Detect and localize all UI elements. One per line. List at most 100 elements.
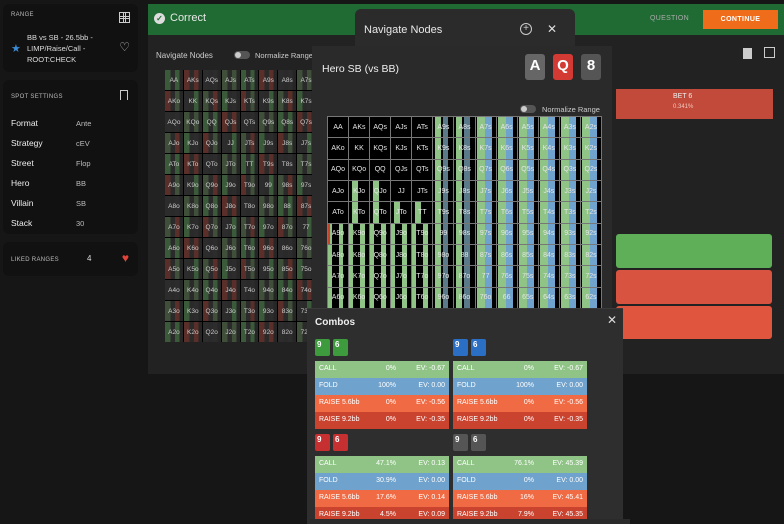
hand-cell[interactable]: KQs <box>370 138 391 159</box>
bg-hand-cell[interactable]: QJo <box>202 133 221 153</box>
bg-hand-cell[interactable]: K4o <box>183 280 202 300</box>
bg-hand-cell[interactable]: A2o <box>165 322 183 342</box>
bg-hand-cell[interactable]: T8s <box>278 154 297 174</box>
bg-hand-cell[interactable]: 98o <box>259 196 278 216</box>
hand-cell[interactable]: T2s <box>580 202 601 223</box>
hand-cell[interactable]: QQ <box>370 159 391 180</box>
hand-cell[interactable]: Q6o <box>370 287 391 308</box>
hand-cell[interactable]: A4s <box>538 117 559 138</box>
hand-cell[interactable]: ATs <box>412 117 433 138</box>
bg-hand-cell[interactable]: K3o <box>183 301 202 321</box>
hand-cell[interactable]: T7o <box>412 266 433 287</box>
bg-hand-cell[interactable]: A9s <box>259 70 278 90</box>
hand-cell[interactable]: KJs <box>391 138 412 159</box>
bg-hand-cell[interactable]: AKs <box>183 70 202 90</box>
hand-cell[interactable]: Q8o <box>370 245 391 266</box>
bg-hand-cell[interactable]: 94o <box>259 280 278 300</box>
bg-hand-cell[interactable]: ATo <box>165 154 183 174</box>
hand-cell[interactable]: 86o <box>454 287 475 308</box>
hand-cell[interactable]: A9o <box>328 223 349 244</box>
combo-action-row[interactable]: RAISE 5.6bb 16% EV: 45.41 <box>453 490 587 507</box>
hand-cell[interactable]: T6o <box>412 287 433 308</box>
hand-cell[interactable]: Q3s <box>559 159 580 180</box>
combo-action-row[interactable]: FOLD 0% EV: 0.00 <box>453 473 587 490</box>
bg-hand-cell[interactable]: 92o <box>259 322 278 342</box>
hand-cell[interactable]: 77 <box>475 266 496 287</box>
bg-hand-cell[interactable]: T2o <box>240 322 259 342</box>
bg-hand-cell[interactable]: KTs <box>240 91 259 111</box>
hand-cell[interactable]: 82s <box>580 245 601 266</box>
grid-icon[interactable] <box>764 47 775 58</box>
hand-cell[interactable]: Q2s <box>580 159 601 180</box>
bg-hand-cell[interactable]: T9s <box>259 154 278 174</box>
hand-cell[interactable]: 63s <box>559 287 580 308</box>
hand-cell[interactable]: A7s <box>475 117 496 138</box>
hand-cell[interactable]: 64s <box>538 287 559 308</box>
hand-cell[interactable]: J7o <box>391 266 412 287</box>
bg-hand-cell[interactable]: J9o <box>221 175 240 195</box>
hand-cell[interactable]: J8s <box>454 181 475 202</box>
hand-cell[interactable]: 84s <box>538 245 559 266</box>
close-icon[interactable]: ✕ <box>607 313 617 327</box>
range-name[interactable]: BB vs SB - 26.5bb - LIMP/Raise/Call - RO… <box>27 32 105 65</box>
hand-cell[interactable]: QTs <box>412 159 433 180</box>
hand-cell[interactable]: K9s <box>433 138 454 159</box>
hand-cell[interactable]: 62s <box>580 287 601 308</box>
bg-hand-cell[interactable]: KJs <box>221 91 240 111</box>
hand-cell[interactable]: 97s <box>475 223 496 244</box>
hand-cell[interactable]: KQo <box>349 159 370 180</box>
bg-hand-cell[interactable]: Q9s <box>259 112 278 132</box>
bg-hand-cell[interactable]: TT <box>240 154 259 174</box>
bg-hand-cell[interactable]: Q8o <box>202 196 221 216</box>
hand-cell[interactable]: K9o <box>349 223 370 244</box>
hand-cell[interactable]: J3s <box>559 181 580 202</box>
combo-action-row[interactable]: FOLD 30.9% EV: 0.00 <box>315 473 449 490</box>
hand-cell[interactable]: 76s <box>496 266 517 287</box>
bg-hand-cell[interactable]: T5o <box>240 259 259 279</box>
bg-hand-cell[interactable]: KQo <box>183 112 202 132</box>
hand-cell[interactable]: T9s <box>433 202 454 223</box>
bg-hand-cell[interactable]: 99 <box>259 175 278 195</box>
hand-cell[interactable]: K2s <box>580 138 601 159</box>
bg-hand-cell[interactable]: J7o <box>221 217 240 237</box>
bg-hand-cell[interactable]: AJs <box>221 70 240 90</box>
hand-cell[interactable]: QJo <box>370 181 391 202</box>
hand-cell[interactable]: KTs <box>412 138 433 159</box>
hand-cell[interactable]: 95s <box>517 223 538 244</box>
hand-cell[interactable]: 96s <box>496 223 517 244</box>
combo-action-row[interactable]: CALL 0% EV: -0.67 <box>315 361 449 378</box>
hand-cell[interactable]: KTo <box>349 202 370 223</box>
hand-cell[interactable]: AQo <box>328 159 349 180</box>
bg-hand-cell[interactable]: T7o <box>240 217 259 237</box>
hand-cell[interactable]: T9o <box>412 223 433 244</box>
hand-cell[interactable]: AKs <box>349 117 370 138</box>
bg-hand-cell[interactable]: 87o <box>278 217 297 237</box>
hand-cell[interactable]: AQs <box>370 117 391 138</box>
combo-action-row[interactable]: RAISE 9.2bb 0% EV: -0.35 <box>315 412 449 429</box>
heart-icon[interactable]: ♥ <box>122 251 129 265</box>
hand-cell[interactable]: 96o <box>433 287 454 308</box>
action-bar-raise[interactable] <box>616 270 772 304</box>
hand-cell[interactable]: A5s <box>517 117 538 138</box>
hand-cell[interactable]: KK <box>349 138 370 159</box>
bg-hand-cell[interactable]: 97o <box>259 217 278 237</box>
hand-cell[interactable]: J9s <box>433 181 454 202</box>
combo-action-row[interactable]: FOLD 100% EV: 0.00 <box>453 378 587 395</box>
bg-hand-cell[interactable]: AKo <box>165 91 183 111</box>
combo-action-row[interactable]: CALL 0% EV: -0.67 <box>453 361 587 378</box>
heart-icon[interactable]: ♡ <box>119 40 130 54</box>
combo-action-row[interactable]: RAISE 5.6bb 17.6% EV: 0.14 <box>315 490 449 507</box>
bg-hand-cell[interactable]: A3o <box>165 301 183 321</box>
bg-hand-cell[interactable]: A6o <box>165 238 183 258</box>
bg-hand-cell[interactable]: Q6o <box>202 238 221 258</box>
bg-hand-cell[interactable]: A7o <box>165 217 183 237</box>
bg-hand-cell[interactable]: QTs <box>240 112 259 132</box>
bg-hand-cell[interactable]: K9s <box>259 91 278 111</box>
normalize-toggle[interactable] <box>520 105 536 113</box>
liked-ranges-panel[interactable]: LIKED RANGES 4 ♥ <box>3 242 138 276</box>
bg-hand-cell[interactable]: A9o <box>165 175 183 195</box>
hand-cell[interactable]: J7s <box>475 181 496 202</box>
bg-hand-cell[interactable]: J2o <box>221 322 240 342</box>
hand-cell[interactable]: 75s <box>517 266 538 287</box>
bg-hand-cell[interactable]: K6o <box>183 238 202 258</box>
